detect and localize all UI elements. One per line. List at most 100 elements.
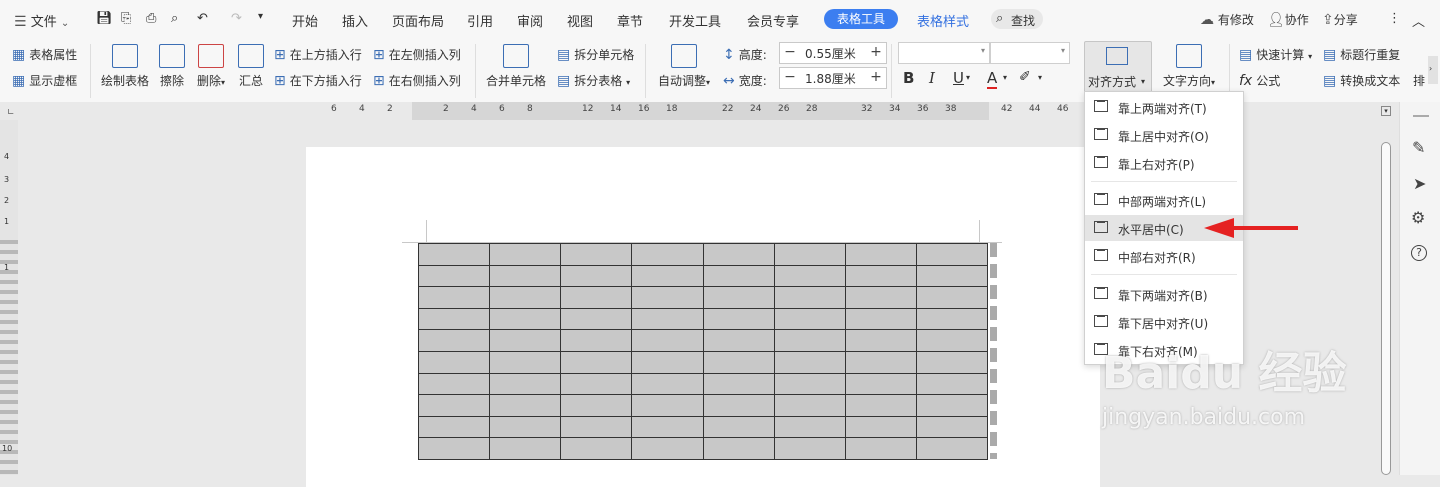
cursor-select-icon[interactable]: ➤: [1413, 174, 1426, 193]
table-row[interactable]: [417, 415, 989, 439]
table-cell[interactable]: [702, 329, 775, 352]
table-cell[interactable]: [915, 372, 989, 396]
tab-home[interactable]: 开始: [292, 11, 318, 30]
align-top-center-item[interactable]: 靠上居中对齐(O): [1085, 122, 1243, 148]
table-cell[interactable]: [773, 415, 846, 439]
table-cell[interactable]: [489, 329, 562, 352]
align-top-justify-item[interactable]: 靠上两端对齐(T): [1085, 94, 1243, 120]
data-table[interactable]: [417, 243, 989, 460]
table-cell[interactable]: [417, 307, 491, 331]
highlight-chevron-icon[interactable]: ▾: [1038, 73, 1042, 82]
table-cell[interactable]: [489, 307, 562, 331]
table-cell[interactable]: [417, 415, 491, 439]
width-stepper[interactable]: − 1.88厘米 +: [779, 67, 887, 89]
table-cell[interactable]: [844, 372, 917, 396]
collab-button[interactable]: 👤︎协作: [1267, 11, 1309, 28]
table-cell[interactable]: [417, 372, 491, 396]
tab-table-style[interactable]: 表格样式: [917, 11, 969, 30]
table-cell[interactable]: [560, 286, 633, 309]
insert-row-below-button[interactable]: ⊞ 在下方插入行: [274, 72, 362, 89]
table-cell[interactable]: [560, 372, 633, 396]
highlight-icon[interactable]: ✐: [1019, 69, 1031, 85]
quick-access-more-icon[interactable]: ▾: [258, 11, 263, 22]
tab-insert[interactable]: 插入: [342, 11, 368, 30]
table-cell[interactable]: [915, 307, 989, 331]
table-cell[interactable]: [560, 437, 633, 460]
file-menu[interactable]: ☰ 文件 ⌄: [14, 11, 69, 31]
table-cell[interactable]: [489, 394, 562, 417]
erase-button[interactable]: 擦除: [157, 44, 187, 89]
table-row[interactable]: [417, 394, 989, 417]
table-cell[interactable]: [773, 372, 846, 396]
convert-to-text-button[interactable]: ▤ 转换成文本: [1323, 72, 1400, 89]
tab-view[interactable]: 视图: [567, 11, 593, 30]
table-cell[interactable]: [844, 286, 917, 309]
draw-table-button[interactable]: 绘制表格: [100, 44, 150, 89]
table-row[interactable]: [417, 329, 989, 352]
align-bottom-center-item[interactable]: 靠下居中对齐(U): [1085, 309, 1243, 335]
font-size-select[interactable]: ▾: [990, 42, 1070, 64]
table-cell[interactable]: [417, 394, 491, 417]
table-cell[interactable]: [560, 243, 633, 266]
table-row[interactable]: [417, 286, 989, 309]
table-cell[interactable]: [631, 415, 704, 439]
table-cell[interactable]: [631, 394, 704, 417]
table-cell[interactable]: [417, 286, 491, 309]
underline-icon[interactable]: U: [953, 69, 964, 87]
insert-col-left-button[interactable]: ⊞ 在左侧插入列: [373, 46, 461, 63]
split-cells-button[interactable]: ▤ 拆分单元格: [557, 46, 634, 63]
table-cell[interactable]: [844, 307, 917, 331]
tab-review[interactable]: 审阅: [517, 11, 543, 30]
height-decrement-button[interactable]: −: [780, 43, 800, 63]
save-icon[interactable]: 💾︎: [96, 11, 113, 26]
table-cell[interactable]: [631, 307, 704, 331]
sort-button[interactable]: 排: [1413, 72, 1425, 89]
align-bottom-justify-item[interactable]: 靠下两端对齐(B): [1085, 281, 1243, 307]
font-name-select[interactable]: ▾: [898, 42, 990, 64]
tab-developer[interactable]: 开发工具: [669, 11, 721, 30]
width-decrement-button[interactable]: −: [780, 68, 800, 88]
table-cell[interactable]: [417, 350, 491, 374]
table-cell[interactable]: [844, 264, 917, 288]
table-cell[interactable]: [631, 329, 704, 352]
underline-chevron-icon[interactable]: ▾: [966, 73, 970, 82]
preview-icon[interactable]: ⌕: [171, 11, 178, 26]
tab-chapter[interactable]: 章节: [617, 11, 643, 30]
tab-table-tools[interactable]: 表格工具: [824, 9, 898, 29]
table-cell[interactable]: [631, 264, 704, 288]
align-middle-justify-item[interactable]: 中部两端对齐(L): [1085, 187, 1243, 213]
height-stepper[interactable]: − 0.55厘米 +: [779, 42, 887, 64]
table-cell[interactable]: [773, 329, 846, 352]
table-cell[interactable]: [631, 243, 704, 266]
table-cell[interactable]: [631, 437, 704, 460]
table-cell[interactable]: [702, 243, 775, 266]
align-middle-right-item[interactable]: 中部右对齐(R): [1085, 243, 1243, 269]
table-cell[interactable]: [773, 437, 846, 460]
table-cell[interactable]: [489, 415, 562, 439]
table-cell[interactable]: [489, 350, 562, 374]
table-row[interactable]: [417, 264, 989, 288]
bold-icon[interactable]: B: [903, 69, 914, 87]
table-cell[interactable]: [560, 350, 633, 374]
search-button[interactable]: ⌕ 查找: [991, 9, 1043, 29]
table-cell[interactable]: [773, 286, 846, 309]
help-icon[interactable]: ?: [1411, 245, 1427, 261]
modified-status[interactable]: ☁︎ 有修改: [1200, 11, 1254, 28]
table-properties-button[interactable]: ▦ 表格属性: [12, 46, 77, 63]
more-icon[interactable]: ⋮: [1388, 11, 1401, 26]
undo-icon[interactable]: ↶: [197, 11, 208, 26]
tab-member[interactable]: 会员专享: [747, 11, 799, 30]
table-cell[interactable]: [560, 329, 633, 352]
collapse-ribbon-icon[interactable]: ︿: [1412, 11, 1425, 30]
tab-references[interactable]: 引用: [467, 11, 493, 30]
table-row-handles[interactable]: [990, 243, 997, 459]
text-direction-button[interactable]: 文字方向▾: [1158, 44, 1220, 89]
font-color-chevron-icon[interactable]: ▾: [1003, 73, 1007, 82]
table-row[interactable]: [417, 307, 989, 331]
width-value[interactable]: 1.88厘米: [805, 70, 856, 87]
tab-page-layout[interactable]: 页面布局: [392, 11, 444, 30]
font-color-icon[interactable]: A: [987, 69, 998, 89]
table-cell[interactable]: [915, 329, 989, 352]
summary-button[interactable]: 汇总: [237, 44, 265, 89]
table-cell[interactable]: [773, 243, 846, 266]
